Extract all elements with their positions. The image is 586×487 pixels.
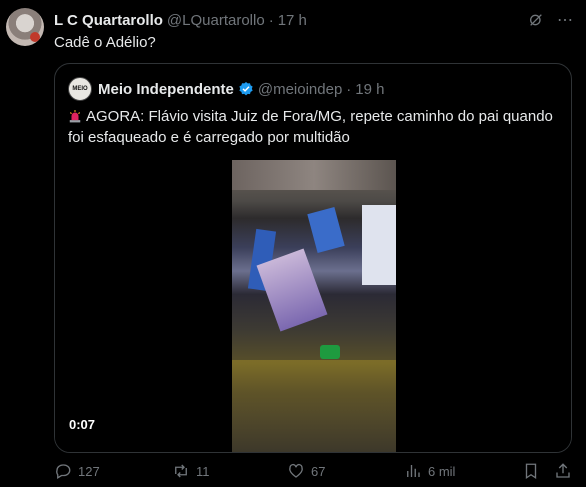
reply-icon (56, 464, 71, 479)
author-handle[interactable]: @LQuartarollo (167, 12, 265, 29)
scene-crowd-yellow (232, 360, 396, 452)
quoted-author-handle[interactable]: @meioindep (258, 81, 342, 98)
video-player[interactable]: 0:07 (55, 160, 571, 452)
bookmark-icon (525, 463, 537, 480)
repost-button[interactable]: 11 (172, 462, 210, 480)
quoted-header: MEIO Meio Independente @meioindep · 19 h (68, 77, 385, 101)
repost-count: 11 (196, 463, 210, 479)
reply-count: 127 (78, 463, 100, 479)
siren-icon (69, 110, 81, 123)
share-button[interactable] (554, 462, 578, 480)
heart-icon (289, 463, 303, 478)
share-icon (556, 463, 570, 478)
bookmark-button[interactable] (522, 462, 546, 480)
tweet-header: L C Quartarollo @LQuartarollo · 17 h (54, 10, 572, 30)
quoted-time[interactable]: 19 h (355, 81, 384, 98)
avatar-badge (30, 32, 40, 42)
more-options-icon[interactable]: ⋯ (557, 10, 574, 30)
like-button[interactable]: 67 (287, 462, 325, 480)
quoted-avatar[interactable]: MEIO (68, 77, 92, 101)
tweet-time[interactable]: 17 h (278, 12, 307, 29)
video-thumbnail[interactable] (232, 160, 396, 452)
author-name[interactable]: L C Quartarollo (54, 12, 163, 29)
quoted-text: AGORA: Flávio visita Juiz de Fora/MG, re… (68, 108, 553, 146)
scene-flag-brazil (320, 345, 340, 359)
views-chart-icon (407, 465, 420, 477)
verified-badge-icon (239, 82, 253, 96)
quoted-tweet[interactable]: MEIO Meio Independente @meioindep · 19 h… (54, 63, 572, 453)
views-count: 6 mil (428, 463, 456, 479)
scene-awning (232, 160, 396, 190)
video-duration: 0:07 (69, 417, 96, 432)
quoted-separator: · (346, 80, 352, 98)
reply-button[interactable]: 127 (54, 462, 100, 480)
author-avatar[interactable] (6, 8, 44, 46)
like-count: 67 (311, 463, 326, 479)
repost-icon (175, 464, 187, 478)
tweet-text: Cadê o Adélio? (54, 34, 156, 51)
scene-banner-carried (256, 248, 328, 332)
action-bar: 127 11 67 6 mil (54, 462, 574, 482)
grok-icon[interactable] (528, 12, 544, 28)
quoted-text-block: AGORA: Flávio visita Juiz de Fora/MG, re… (68, 106, 558, 148)
separator: · (268, 11, 274, 29)
views-button[interactable]: 6 mil (404, 462, 455, 480)
scene-banner-white (362, 205, 396, 285)
quoted-author-name[interactable]: Meio Independente (98, 81, 234, 98)
scene-flag-blue (307, 207, 345, 253)
